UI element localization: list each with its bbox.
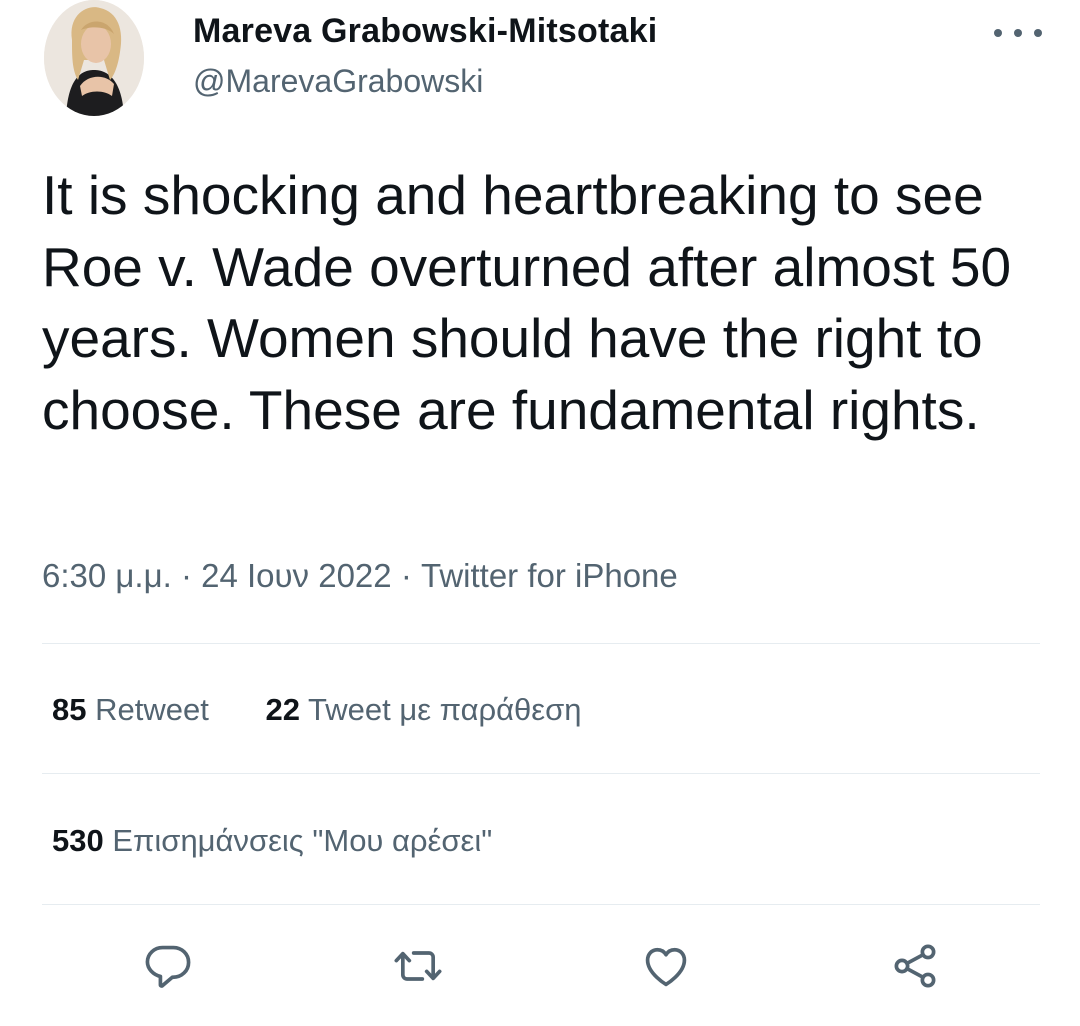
quote-tweets-stat[interactable]: 22 Tweet με παράθεση — [265, 692, 581, 728]
stats-row-retweets: 85 Retweet 22 Tweet με παράθεση — [52, 692, 582, 728]
stats-row-likes: 530 Επισημάνσεις "Μου αρέσει" — [52, 823, 492, 859]
more-icon — [994, 29, 1002, 37]
divider — [42, 904, 1040, 905]
like-label: Επισημάνσεις "Μου αρέσει" — [112, 823, 493, 858]
quote-count: 22 — [265, 692, 300, 727]
like-button[interactable] — [638, 938, 694, 994]
share-icon — [894, 944, 936, 988]
divider — [42, 643, 1040, 644]
retweets-stat[interactable]: 85 Retweet — [52, 692, 209, 728]
author-handle[interactable]: @MarevaGrabowski — [193, 63, 483, 100]
likes-stat[interactable]: 530 Επισημάνσεις "Μου αρέσει" — [52, 823, 492, 859]
retweet-button[interactable] — [390, 938, 446, 994]
more-options-button[interactable] — [994, 18, 1042, 48]
divider — [42, 773, 1040, 774]
meta-separator: · — [180, 557, 192, 594]
reply-button[interactable] — [140, 938, 196, 994]
avatar-image — [44, 0, 144, 116]
share-button[interactable] — [887, 938, 943, 994]
tweet-source[interactable]: Twitter for iPhone — [421, 557, 678, 594]
more-icon-dot-2 — [1014, 29, 1022, 37]
tweet-date[interactable]: 24 Ιουν 2022 — [201, 557, 392, 594]
like-count: 530 — [52, 823, 104, 858]
author-display-name[interactable]: Mareva Grabowski-Mitsotaki — [193, 12, 657, 51]
tweet-time[interactable]: 6:30 μ.μ. — [42, 557, 172, 594]
reply-icon — [145, 945, 191, 988]
avatar[interactable] — [44, 0, 144, 116]
retweet-icon — [394, 951, 442, 981]
quote-label: Tweet με παράθεση — [308, 692, 582, 727]
retweet-count: 85 — [52, 692, 87, 727]
meta-separator: · — [400, 557, 412, 594]
tweet-actions-bar — [0, 938, 1080, 994]
retweet-label: Retweet — [95, 692, 209, 727]
tweet-meta: 6:30 μ.μ. · 24 Ιουν 2022 · Twitter for i… — [42, 557, 678, 595]
more-icon-dot-3 — [1034, 29, 1042, 37]
heart-icon — [645, 947, 687, 987]
tweet-text: It is shocking and heartbreaking to see … — [42, 164, 1012, 441]
